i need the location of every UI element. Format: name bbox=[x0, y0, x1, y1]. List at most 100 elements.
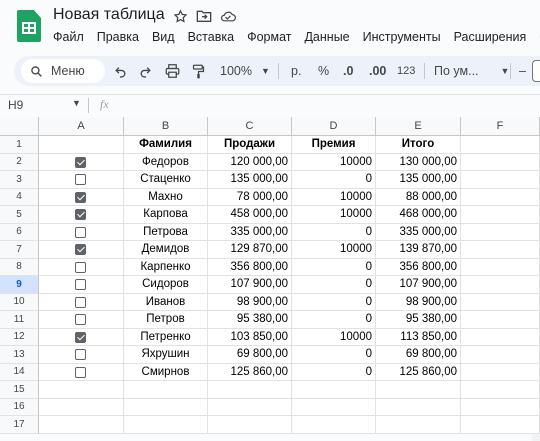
cell-f9[interactable] bbox=[461, 276, 540, 294]
row-header-8[interactable]: 8 bbox=[0, 258, 39, 276]
cell-c12[interactable]: 103 850,00 bbox=[208, 328, 292, 346]
cell-e16[interactable] bbox=[376, 398, 461, 416]
cell-e5[interactable]: 468 000,00 bbox=[376, 206, 461, 224]
cell-d11[interactable]: 0 bbox=[292, 311, 376, 329]
undo-icon[interactable] bbox=[114, 56, 127, 86]
row-header-10[interactable]: 10 bbox=[0, 293, 39, 311]
column-header-b[interactable]: B bbox=[124, 117, 208, 136]
cell-e15[interactable] bbox=[376, 381, 461, 399]
cell-c10[interactable]: 98 900,00 bbox=[208, 293, 292, 311]
cell-b8[interactable]: Карпенко bbox=[124, 258, 208, 276]
cell-c8[interactable]: 356 800,00 bbox=[208, 258, 292, 276]
row-header-17[interactable]: 17 bbox=[0, 416, 39, 434]
cell-e7[interactable]: 139 870,00 bbox=[376, 241, 461, 259]
checkbox-checked[interactable] bbox=[75, 331, 86, 343]
redo-icon[interactable] bbox=[139, 56, 152, 86]
cell-b10[interactable]: Иванов bbox=[124, 293, 208, 311]
decrease-decimal-button[interactable]: .0 bbox=[343, 56, 353, 86]
cell-a13[interactable] bbox=[39, 346, 124, 364]
cell-a17[interactable] bbox=[39, 416, 124, 434]
row-header-13[interactable]: 13 bbox=[0, 346, 39, 364]
cell-a3[interactable] bbox=[39, 171, 124, 189]
menu-file[interactable]: Файл bbox=[53, 30, 84, 44]
cell-b4[interactable]: Махно bbox=[124, 188, 208, 206]
font-size-decrease-button[interactable]: – bbox=[519, 56, 526, 86]
cell-e13[interactable]: 69 800,00 bbox=[376, 346, 461, 364]
cell-b9[interactable]: Сидоров bbox=[124, 276, 208, 294]
cell-a2[interactable] bbox=[39, 153, 124, 171]
cell-e10[interactable]: 98 900,00 bbox=[376, 293, 461, 311]
checkbox-checked[interactable] bbox=[75, 209, 86, 220]
cell-a7[interactable] bbox=[39, 241, 124, 259]
cell-c1[interactable]: Продажи bbox=[208, 136, 292, 154]
select-all-corner[interactable] bbox=[0, 117, 39, 136]
checkbox-unchecked[interactable] bbox=[75, 366, 86, 378]
cell-f4[interactable] bbox=[461, 188, 540, 206]
row-header-11[interactable]: 11 bbox=[0, 311, 39, 329]
cell-e17[interactable] bbox=[376, 416, 461, 434]
move-folder-icon[interactable] bbox=[196, 8, 212, 24]
cell-c4[interactable]: 78 000,00 bbox=[208, 188, 292, 206]
column-header-c[interactable]: C bbox=[208, 117, 292, 136]
menu-edit[interactable]: Правка bbox=[97, 30, 139, 44]
cell-e11[interactable]: 95 380,00 bbox=[376, 311, 461, 329]
cell-e12[interactable]: 113 850,00 bbox=[376, 328, 461, 346]
cell-f8[interactable] bbox=[461, 258, 540, 276]
cell-b5[interactable]: Карпова bbox=[124, 206, 208, 224]
checkbox-unchecked[interactable] bbox=[75, 261, 86, 273]
cell-b12[interactable]: Петренко bbox=[124, 328, 208, 346]
cell-b13[interactable]: Яхрушин bbox=[124, 346, 208, 364]
zoom-select[interactable]: 100% ▼ bbox=[220, 56, 270, 86]
cell-c17[interactable] bbox=[208, 416, 292, 434]
cell-a1[interactable] bbox=[39, 136, 124, 154]
cell-a6[interactable] bbox=[39, 223, 124, 241]
star-icon[interactable] bbox=[172, 8, 188, 24]
cell-e14[interactable]: 125 860,00 bbox=[376, 363, 461, 381]
cell-f7[interactable] bbox=[461, 241, 540, 259]
cell-d7[interactable]: 10000 bbox=[292, 241, 376, 259]
cell-e4[interactable]: 88 000,00 bbox=[376, 188, 461, 206]
cell-d4[interactable]: 10000 bbox=[292, 188, 376, 206]
row-header-5[interactable]: 5 bbox=[0, 206, 39, 224]
cell-f12[interactable] bbox=[461, 328, 540, 346]
row-header-2[interactable]: 2 bbox=[0, 153, 39, 171]
checkbox-unchecked[interactable] bbox=[75, 349, 86, 360]
cell-a14[interactable] bbox=[39, 363, 124, 381]
row-header-12[interactable]: 12 bbox=[0, 328, 39, 346]
more-formats-button[interactable]: 123 bbox=[397, 56, 415, 86]
cell-f5[interactable] bbox=[461, 206, 540, 224]
cell-c6[interactable]: 335 000,00 bbox=[208, 223, 292, 241]
cell-b17[interactable] bbox=[124, 416, 208, 434]
cell-a4[interactable] bbox=[39, 188, 124, 206]
cloud-status-icon[interactable] bbox=[220, 8, 236, 24]
cell-a16[interactable] bbox=[39, 398, 124, 416]
cell-f11[interactable] bbox=[461, 311, 540, 329]
menu-format[interactable]: Формат bbox=[247, 30, 291, 44]
cell-b1[interactable]: Фамилия bbox=[124, 136, 208, 154]
cell-d12[interactable]: 10000 bbox=[292, 328, 376, 346]
cell-a10[interactable] bbox=[39, 293, 124, 311]
menu-tools[interactable]: Инструменты bbox=[363, 30, 441, 44]
checkbox-checked[interactable] bbox=[75, 156, 86, 168]
cell-f3[interactable] bbox=[461, 171, 540, 189]
increase-decimal-button[interactable]: .00 bbox=[369, 56, 386, 86]
cell-f6[interactable] bbox=[461, 223, 540, 241]
percent-format-button[interactable]: % bbox=[318, 56, 329, 86]
row-header-16[interactable]: 16 bbox=[0, 398, 39, 416]
print-icon[interactable] bbox=[165, 56, 180, 86]
cell-c3[interactable]: 135 000,00 bbox=[208, 171, 292, 189]
cell-b7[interactable]: Демидов bbox=[124, 241, 208, 259]
cell-c5[interactable]: 458 000,00 bbox=[208, 206, 292, 224]
cell-e3[interactable]: 135 000,00 bbox=[376, 171, 461, 189]
document-title[interactable]: Новая таблица bbox=[53, 6, 165, 24]
cell-d14[interactable]: 0 bbox=[292, 363, 376, 381]
cell-b15[interactable] bbox=[124, 381, 208, 399]
paint-format-icon[interactable] bbox=[192, 56, 205, 86]
cell-a8[interactable] bbox=[39, 258, 124, 276]
checkbox-unchecked[interactable] bbox=[75, 226, 86, 238]
menu-data[interactable]: Данные bbox=[304, 30, 349, 44]
cell-f13[interactable] bbox=[461, 346, 540, 364]
cell-c15[interactable] bbox=[208, 381, 292, 399]
row-header-9[interactable]: 9 bbox=[0, 276, 39, 294]
row-header-6[interactable]: 6 bbox=[0, 223, 39, 241]
